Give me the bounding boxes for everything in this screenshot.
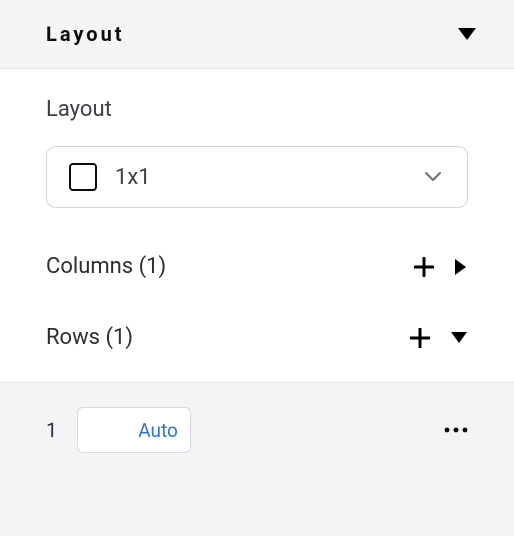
layout-subheading: Layout [46,97,468,122]
layout-grid-select[interactable]: 1x1 [46,146,468,208]
add-row-button[interactable] [410,328,430,348]
layout-panel-header[interactable]: Layout [0,0,514,69]
row-size-input[interactable] [78,408,126,452]
row-item-1: 1 Auto [0,382,514,477]
rows-row: Rows (1) [46,297,468,358]
row-size-control: Auto [77,407,191,453]
chevron-down-icon [425,172,441,182]
row-item-more-button[interactable] [444,427,468,433]
grid-1x1-icon [69,163,97,191]
expand-columns-button[interactable] [454,258,468,276]
layout-panel-body: Layout 1x1 Columns (1) Rows (1) [0,69,514,382]
rows-label: Rows (1) [46,325,410,350]
layout-grid-select-label: 1x1 [115,165,407,190]
caret-down-icon [458,28,476,40]
layout-panel-title: Layout [46,22,125,46]
collapse-rows-button[interactable] [450,331,468,345]
columns-label: Columns (1) [46,254,414,279]
row-size-auto-button[interactable]: Auto [126,408,190,452]
add-column-button[interactable] [414,257,434,277]
row-item-index: 1 [46,418,57,442]
columns-row: Columns (1) [46,226,468,287]
